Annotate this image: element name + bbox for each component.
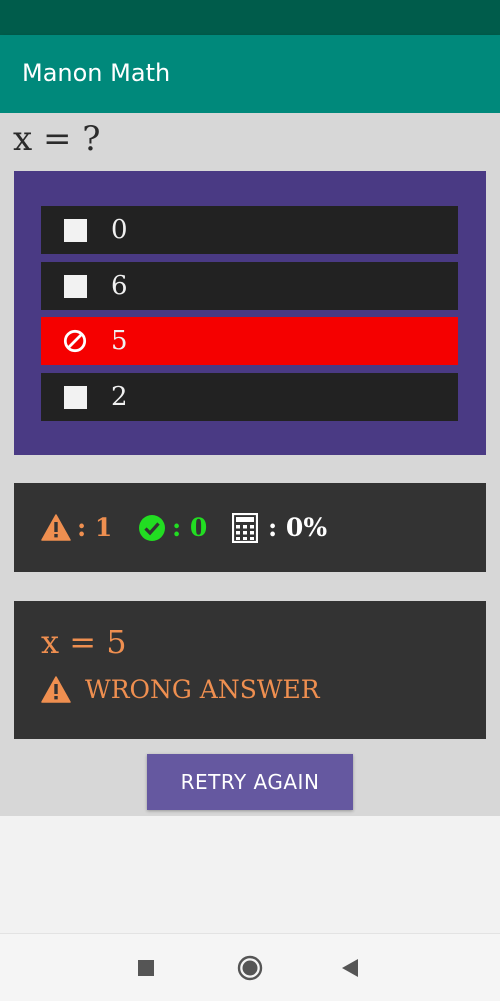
score-percent: : 0% — [268, 513, 328, 542]
retry-button[interactable]: RETRY AGAIN — [147, 754, 353, 810]
circle-icon — [237, 955, 263, 980]
warning-icon — [41, 514, 71, 541]
square-icon — [138, 959, 154, 976]
result-equation: x = 5 — [41, 623, 127, 661]
home-button[interactable] — [220, 934, 280, 1001]
option-label: 5 — [111, 326, 128, 356]
status-bar — [0, 0, 500, 35]
navigation-bar — [0, 933, 500, 1001]
checkbox-icon — [63, 218, 87, 242]
option-row[interactable]: 2 — [41, 373, 458, 421]
calculator-icon — [232, 512, 258, 543]
option-row[interactable]: 0 — [41, 206, 458, 254]
recents-button[interactable] — [116, 934, 176, 1001]
correct-count-stat: : 0 — [138, 483, 207, 572]
triangle-back-icon — [342, 958, 358, 977]
option-row-wrong[interactable]: 5 — [41, 317, 458, 365]
options-panel: 0 6 5 2 — [14, 171, 486, 455]
stats-panel: : 1 : 0 : 0% — [14, 483, 486, 572]
correct-count: : 0 — [172, 513, 208, 542]
score-stat: : 0% — [232, 483, 327, 572]
result-panel: x = 5 WRONG ANSWER — [14, 601, 486, 739]
main-content: x = ? 0 6 5 2: 1: 0: 0% x = 5 WRONG A… — [0, 113, 500, 816]
wrong-count-stat: : 1 — [41, 483, 112, 572]
wrong-count: : 1 — [77, 513, 113, 542]
question-text: x = ? — [13, 119, 101, 159]
option-label: 6 — [111, 271, 128, 301]
option-row[interactable]: 6 — [41, 262, 458, 310]
result-message-text: WRONG ANSWER — [85, 675, 320, 704]
app-title: Manon Math — [22, 59, 171, 87]
option-label: 2 — [111, 382, 128, 412]
app-bar: Manon Math — [0, 35, 500, 113]
option-label: 0 — [111, 215, 128, 245]
warning-icon — [41, 676, 71, 703]
result-message: WRONG ANSWER — [41, 675, 320, 704]
checkbox-icon — [63, 385, 87, 409]
block-icon — [63, 329, 87, 353]
check-circle-icon — [139, 514, 165, 541]
back-button[interactable] — [320, 934, 380, 1001]
checkbox-icon — [63, 274, 87, 298]
